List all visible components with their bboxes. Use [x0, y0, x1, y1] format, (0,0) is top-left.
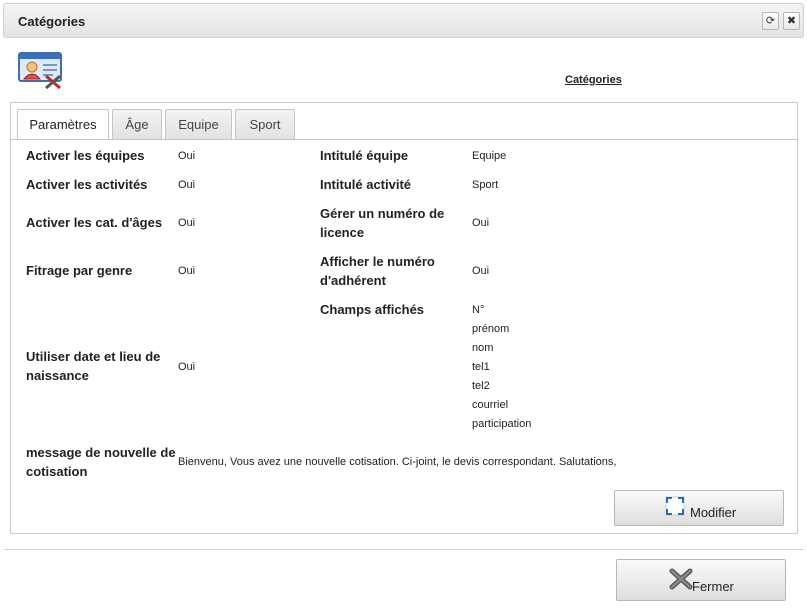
- label-activer-equipes: Activer les équipes: [26, 148, 145, 163]
- close-icon[interactable]: ✖: [783, 12, 800, 30]
- window-title: Catégories: [18, 14, 86, 29]
- label-intitule-equipe: Intitulé équipe: [320, 148, 409, 163]
- close-x-icon: [669, 568, 693, 590]
- close-button[interactable]: Fermer: [616, 559, 786, 601]
- label-date-lieu-naissance: Utiliser date et lieu de naissance: [26, 349, 161, 383]
- value-date-lieu-naissance: Oui: [178, 361, 196, 373]
- label-champs-affiches: Champs affichés: [320, 302, 425, 317]
- value-intitule-activite: Sport: [472, 179, 499, 191]
- value-numero-adherent: Oui: [472, 265, 490, 277]
- label-activer-activites: Activer les activités: [26, 177, 148, 192]
- refresh-icon[interactable]: ⟳: [762, 12, 779, 30]
- tab-divider: [11, 139, 797, 140]
- tab-age[interactable]: Âge: [112, 109, 162, 139]
- value-activer-cat-ages: Oui: [178, 217, 196, 229]
- footer-divider: [4, 549, 804, 550]
- list-item: nom: [472, 342, 494, 354]
- categories-dialog: Catégories ⟳ ✖ Catégories Paramètres Âge…: [0, 0, 807, 616]
- value-numero-licence: Oui: [472, 217, 490, 229]
- label-numero-adherent: Afficher le numéro d'adhérent: [320, 254, 435, 288]
- tab-sport[interactable]: Sport: [235, 109, 295, 139]
- list-item: tel1: [472, 361, 490, 373]
- list-item: tel2: [472, 380, 490, 392]
- label-numero-licence: Gérer un numéro de licence: [320, 206, 445, 240]
- label-filtrage-genre: Fitrage par genre: [26, 263, 133, 278]
- fullscreen-icon: [665, 496, 685, 516]
- value-activer-equipes: Oui: [178, 150, 196, 162]
- modify-button-label: Modifier: [690, 505, 737, 520]
- tab-parametres[interactable]: Paramètres: [17, 109, 109, 140]
- list-item: participation: [472, 418, 532, 430]
- value-filtrage-genre: Oui: [178, 265, 196, 277]
- label-message-cotisation: message de nouvelle de cotisation: [26, 445, 176, 479]
- value-intitule-equipe: Equipe: [472, 150, 507, 162]
- label-intitule-activite: Intitulé activité: [320, 177, 412, 192]
- header-categories-link[interactable]: Catégories: [565, 74, 622, 86]
- close-button-label: Fermer: [692, 579, 734, 594]
- user-settings-icon: [18, 52, 62, 89]
- window-titlebar: Catégories ⟳ ✖: [3, 3, 804, 38]
- modify-button[interactable]: Modifier: [614, 490, 784, 526]
- list-item: prénom: [472, 323, 510, 335]
- tab-equipe[interactable]: Equipe: [165, 109, 232, 139]
- value-message-cotisation: Bienvenu, Vous avez une nouvelle cotisat…: [178, 456, 617, 468]
- list-item: N°: [472, 304, 485, 316]
- label-activer-cat-ages: Activer les cat. d'âges: [26, 215, 163, 230]
- list-item: courriel: [472, 399, 509, 411]
- value-activer-activites: Oui: [178, 179, 196, 191]
